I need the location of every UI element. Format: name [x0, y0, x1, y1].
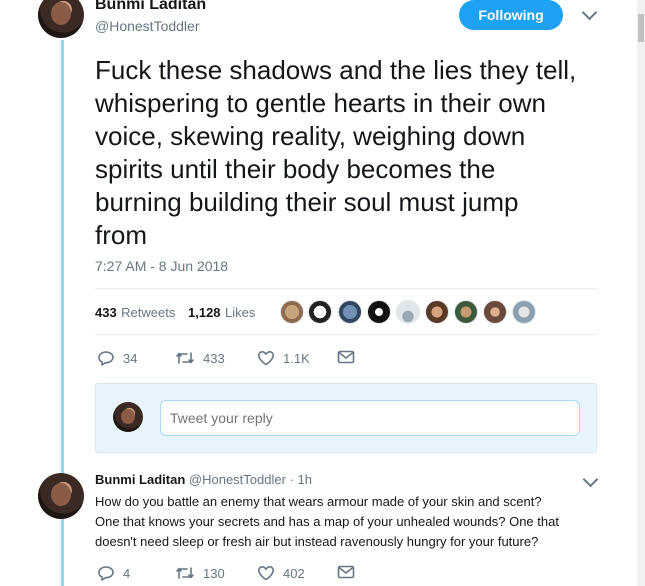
tweet-timestamp[interactable]: 7:27 AM - 8 Jun 2018	[95, 258, 228, 274]
liker-avatar[interactable]	[512, 300, 536, 324]
liker-avatar[interactable]	[280, 300, 304, 324]
reply-count: 34	[123, 350, 138, 366]
likes-count: 1,128	[188, 305, 221, 320]
direct-message-action[interactable]	[337, 565, 355, 579]
author-avatar[interactable]	[38, 0, 84, 38]
author-handle[interactable]: @HonestToddler	[95, 18, 200, 34]
reply-input[interactable]	[160, 400, 580, 436]
current-user-avatar[interactable]	[113, 402, 143, 432]
reply-action[interactable]: 4	[97, 565, 130, 581]
author-name[interactable]: Bunmi Laditan	[95, 0, 206, 14]
liker-avatar[interactable]	[367, 300, 391, 324]
liker-avatar[interactable]	[396, 300, 420, 324]
retweets-stat[interactable]: 433 Retweets	[95, 304, 175, 322]
retweet-action[interactable]: 130	[175, 565, 225, 581]
scrollbar-thumb[interactable]	[638, 14, 644, 42]
retweet-icon	[176, 567, 194, 579]
likes-stat[interactable]: 1,128 Likes	[188, 304, 255, 322]
envelope-icon	[337, 565, 355, 579]
divider	[95, 334, 597, 335]
reply-tweet-text: How do you battle an enemy that wears ar…	[95, 494, 559, 549]
reply-count: 4	[123, 565, 131, 581]
likes-label: Likes	[225, 305, 256, 320]
reply-icon	[98, 351, 114, 366]
reply-author-handle[interactable]: @HonestToddler	[189, 472, 286, 487]
liker-avatar[interactable]	[338, 300, 362, 324]
reply-options-chevron-down-icon[interactable]	[582, 471, 599, 488]
heart-icon	[258, 351, 274, 366]
envelope-icon	[337, 350, 355, 364]
tweet-text: Fuck these shadows and the lies they tel…	[95, 55, 577, 250]
direct-message-action[interactable]	[337, 350, 355, 364]
reply-separator: ·	[289, 472, 294, 487]
following-button[interactable]: Following	[459, 0, 563, 30]
like-count: 1.1K	[283, 350, 310, 366]
reply-header: Bunmi Laditan @HonestToddler · 1h	[95, 472, 312, 487]
like-action[interactable]: 1.1K	[257, 350, 310, 366]
reply-time[interactable]: 1h	[298, 472, 312, 487]
liker-avatar[interactable]	[454, 300, 478, 324]
liker-avatar[interactable]	[425, 300, 449, 324]
divider	[95, 288, 597, 289]
like-action[interactable]: 402	[257, 565, 305, 581]
retweets-count: 433	[95, 305, 117, 320]
retweet-action[interactable]: 433	[175, 350, 225, 366]
heart-icon	[258, 566, 274, 581]
liker-avatar[interactable]	[483, 300, 507, 324]
reply-icon	[98, 566, 114, 581]
retweets-label: Retweets	[121, 305, 176, 320]
retweet-icon	[176, 352, 194, 364]
reply-action[interactable]: 34	[97, 350, 137, 366]
reply-author-avatar[interactable]	[38, 473, 84, 519]
liker-avatar[interactable]	[308, 300, 332, 324]
scrollbar-track[interactable]	[637, 0, 645, 586]
reply-author-name[interactable]: Bunmi Laditan	[95, 472, 185, 487]
retweet-count: 433	[203, 350, 225, 366]
retweet-count: 130	[203, 565, 225, 581]
like-count: 402	[283, 565, 305, 581]
tweet-options-chevron-down-icon[interactable]	[581, 4, 598, 21]
